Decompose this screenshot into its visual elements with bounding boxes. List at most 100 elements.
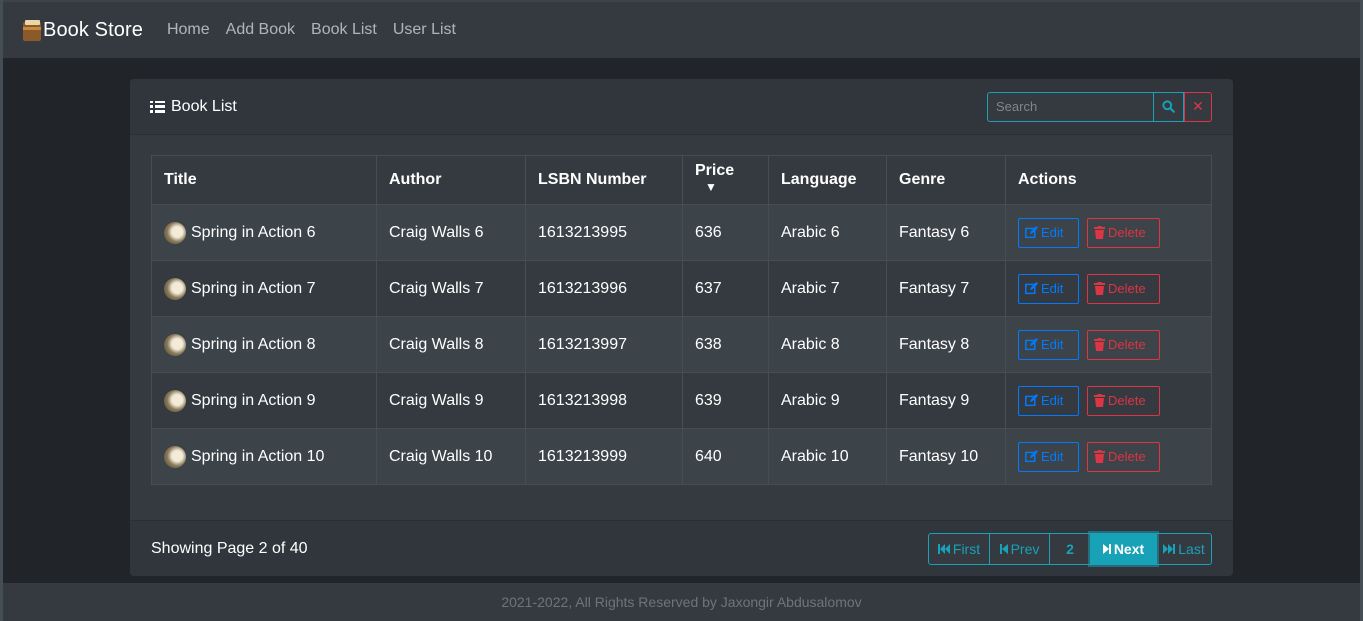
cell-actions: Edit Delete [1005, 428, 1212, 485]
next-page-button[interactable]: Next [1090, 532, 1157, 565]
cell-genre: Fantasy 6 [886, 204, 1006, 261]
cell-price: 636 [682, 204, 769, 261]
edit-icon [1025, 226, 1038, 239]
trash-icon [1094, 282, 1105, 295]
card-footer: Showing Page 2 of 40 First Prev 2 Next L… [130, 520, 1233, 576]
page-footer: 2021-2022, All Rights Reserved by Jaxong… [3, 583, 1360, 621]
title-cell-content: Spring in Action 7 [164, 277, 364, 300]
card-title: Book List [150, 98, 237, 116]
prev-page-label: Prev [1010, 540, 1040, 557]
next-page-label: Next [1113, 540, 1145, 557]
last-page-button[interactable]: Last [1156, 532, 1212, 565]
cell-author: Craig Walls 10 [376, 428, 526, 485]
cell-language: Arabic 6 [768, 204, 887, 261]
book-cover-thumbnail [164, 445, 186, 468]
column-header-author[interactable]: Author [376, 155, 526, 205]
search-icon [1162, 100, 1175, 113]
search-group: ✕ [987, 91, 1212, 122]
cell-price: 639 [682, 372, 769, 429]
edit-button[interactable]: Edit [1018, 329, 1079, 360]
book-title: Spring in Action 9 [191, 391, 316, 409]
cell-genre: Fantasy 8 [886, 316, 1006, 373]
cell-author: Craig Walls 7 [376, 260, 526, 317]
step-backward-icon [999, 543, 1008, 554]
brand-link[interactable]: Book Store [23, 19, 143, 42]
step-forward-icon [1102, 543, 1111, 554]
book-cover-thumbnail [164, 277, 186, 300]
column-header-price[interactable]: Price▼ [682, 155, 769, 205]
cell-isbn: 1613213999 [525, 428, 683, 485]
book-title: Spring in Action 8 [191, 335, 316, 353]
title-cell-content: Spring in Action 6 [164, 221, 364, 244]
column-header-language[interactable]: Language [768, 155, 887, 205]
column-header-isbn[interactable]: LSBN Number [525, 155, 683, 205]
delete-button[interactable]: Delete [1087, 385, 1160, 416]
cell-language: Arabic 10 [768, 428, 887, 485]
nav-link-add-book[interactable]: Add Book [226, 21, 295, 39]
cell-actions: Edit Delete [1005, 372, 1212, 429]
edit-button[interactable]: Edit [1018, 217, 1079, 248]
delete-label: Delete [1108, 225, 1146, 240]
edit-label: Edit [1041, 225, 1064, 240]
column-header-title[interactable]: Title [151, 155, 377, 205]
cell-genre: Fantasy 10 [886, 428, 1006, 485]
fast-backward-icon [937, 543, 950, 554]
delete-button[interactable]: Delete [1087, 273, 1160, 304]
trash-icon [1094, 450, 1105, 463]
delete-button[interactable]: Delete [1087, 441, 1160, 472]
table-body: Spring in Action 6 Craig Walls 6 161321399… [151, 204, 1212, 485]
pagination: First Prev 2 Next Last [928, 532, 1212, 565]
cell-isbn: 1613213996 [525, 260, 683, 317]
cell-title: Spring in Action 6 [151, 204, 377, 261]
navbar: Book Store Home Add Book Book List User … [3, 0, 1360, 58]
table-row: Spring in Action 8 Craig Walls 8 161321399… [151, 316, 1212, 373]
title-cell-content: Spring in Action 10 [164, 445, 364, 468]
delete-label: Delete [1108, 281, 1146, 296]
title-cell-content: Spring in Action 8 [164, 333, 364, 356]
book-title: Spring in Action 7 [191, 279, 316, 297]
cell-isbn: 1613213995 [525, 204, 683, 261]
search-button[interactable] [1154, 91, 1184, 122]
search-input[interactable] [987, 91, 1154, 122]
table-row: Spring in Action 6 Craig Walls 6 161321399… [151, 204, 1212, 261]
brand-title: Book Store [43, 18, 143, 41]
cell-isbn: 1613213997 [525, 316, 683, 373]
trash-icon [1094, 394, 1105, 407]
prev-page-button[interactable]: Prev [989, 532, 1050, 565]
fast-forward-icon [1163, 543, 1176, 554]
nav-link-home[interactable]: Home [167, 21, 210, 39]
edit-icon [1025, 282, 1038, 295]
column-header-price-label: Price [695, 162, 735, 179]
nav-link-book-list[interactable]: Book List [311, 21, 377, 39]
edit-button[interactable]: Edit [1018, 273, 1079, 304]
card-title-text: Book List [171, 97, 237, 115]
cell-title: Spring in Action 8 [151, 316, 377, 373]
book-cover-thumbnail [164, 333, 186, 356]
edit-button[interactable]: Edit [1018, 385, 1079, 416]
column-header-genre[interactable]: Genre [886, 155, 1006, 205]
book-title: Spring in Action 10 [191, 447, 325, 465]
book-title: Spring in Action 6 [191, 223, 316, 241]
window-frame-left [0, 0, 3, 621]
cell-language: Arabic 8 [768, 316, 887, 373]
delete-label: Delete [1108, 449, 1146, 464]
clear-search-button[interactable]: ✕ [1184, 91, 1212, 122]
delete-label: Delete [1108, 337, 1146, 352]
cell-author: Craig Walls 8 [376, 316, 526, 373]
delete-button[interactable]: Delete [1087, 217, 1160, 248]
trash-icon [1094, 338, 1105, 351]
cell-genre: Fantasy 9 [886, 372, 1006, 429]
book-cover-thumbnail [164, 389, 186, 412]
cell-title: Spring in Action 7 [151, 260, 377, 317]
book-logo-icon [23, 19, 41, 41]
delete-label: Delete [1108, 393, 1146, 408]
nav-link-user-list[interactable]: User List [393, 21, 456, 39]
current-page-button[interactable]: 2 [1049, 532, 1091, 565]
edit-label: Edit [1041, 449, 1064, 464]
copyright-text: 2021-2022, All Rights Reserved by Jaxong… [501, 594, 862, 610]
edit-button[interactable]: Edit [1018, 441, 1079, 472]
first-page-button[interactable]: First [928, 532, 990, 565]
edit-icon [1025, 394, 1038, 407]
delete-button[interactable]: Delete [1087, 329, 1160, 360]
book-table-wrapper: Title Author LSBN Number Price▼ Language… [151, 155, 1212, 485]
